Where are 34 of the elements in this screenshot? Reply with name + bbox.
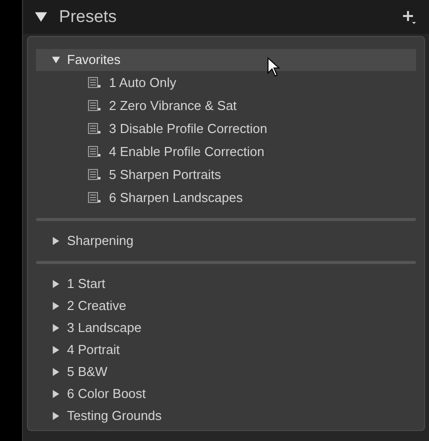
collapsed-triangle-icon[interactable]	[52, 368, 60, 376]
plus-icon	[402, 10, 416, 24]
preset-folder[interactable]: 3 Landscape	[36, 317, 416, 339]
mouse-cursor-icon	[267, 57, 282, 77]
panel-title: Presets	[59, 6, 117, 28]
collapsed-triangle-icon[interactable]	[52, 346, 60, 354]
expanded-triangle-icon[interactable]	[35, 11, 47, 23]
preset-icon	[88, 169, 101, 180]
add-preset-button[interactable]	[401, 9, 417, 25]
collapsed-triangle-icon[interactable]	[52, 412, 60, 420]
preset-folder[interactable]: 5 B&W	[36, 361, 416, 383]
preset-icon	[88, 100, 101, 111]
collapsed-triangle-icon[interactable]	[52, 280, 60, 288]
preset-item[interactable]: 3 Disable Profile Correction	[36, 117, 416, 140]
preset-icon	[88, 192, 101, 203]
collapsed-triangle-icon[interactable]	[52, 302, 60, 310]
preset-icon	[88, 146, 101, 157]
preset-icon	[88, 77, 101, 88]
preset-item[interactable]: 1 Auto Only	[36, 71, 416, 94]
preset-folder[interactable]: Testing Grounds	[36, 405, 416, 427]
preset-item[interactable]: 4 Enable Profile Correction	[36, 140, 416, 163]
collapsed-triangle-icon[interactable]	[52, 390, 60, 398]
preset-folder[interactable]: Sharpening	[36, 230, 416, 252]
preset-folder[interactable]: 1 Start	[36, 273, 416, 295]
preset-item[interactable]: 2 Zero Vibrance & Sat	[36, 94, 416, 117]
preset-folder[interactable]: 6 Color Boost	[36, 383, 416, 405]
preset-icon	[88, 123, 101, 134]
preset-folder[interactable]: 4 Portrait	[36, 339, 416, 361]
expanded-triangle-icon[interactable]	[52, 56, 60, 64]
collapsed-triangle-icon[interactable]	[52, 324, 60, 332]
preset-item[interactable]: 6 Sharpen Landscapes	[36, 186, 416, 209]
collapsed-triangle-icon[interactable]	[52, 237, 60, 245]
preset-item[interactable]: 5 Sharpen Portraits	[36, 163, 416, 186]
preset-folder[interactable]: 2 Creative	[36, 295, 416, 317]
